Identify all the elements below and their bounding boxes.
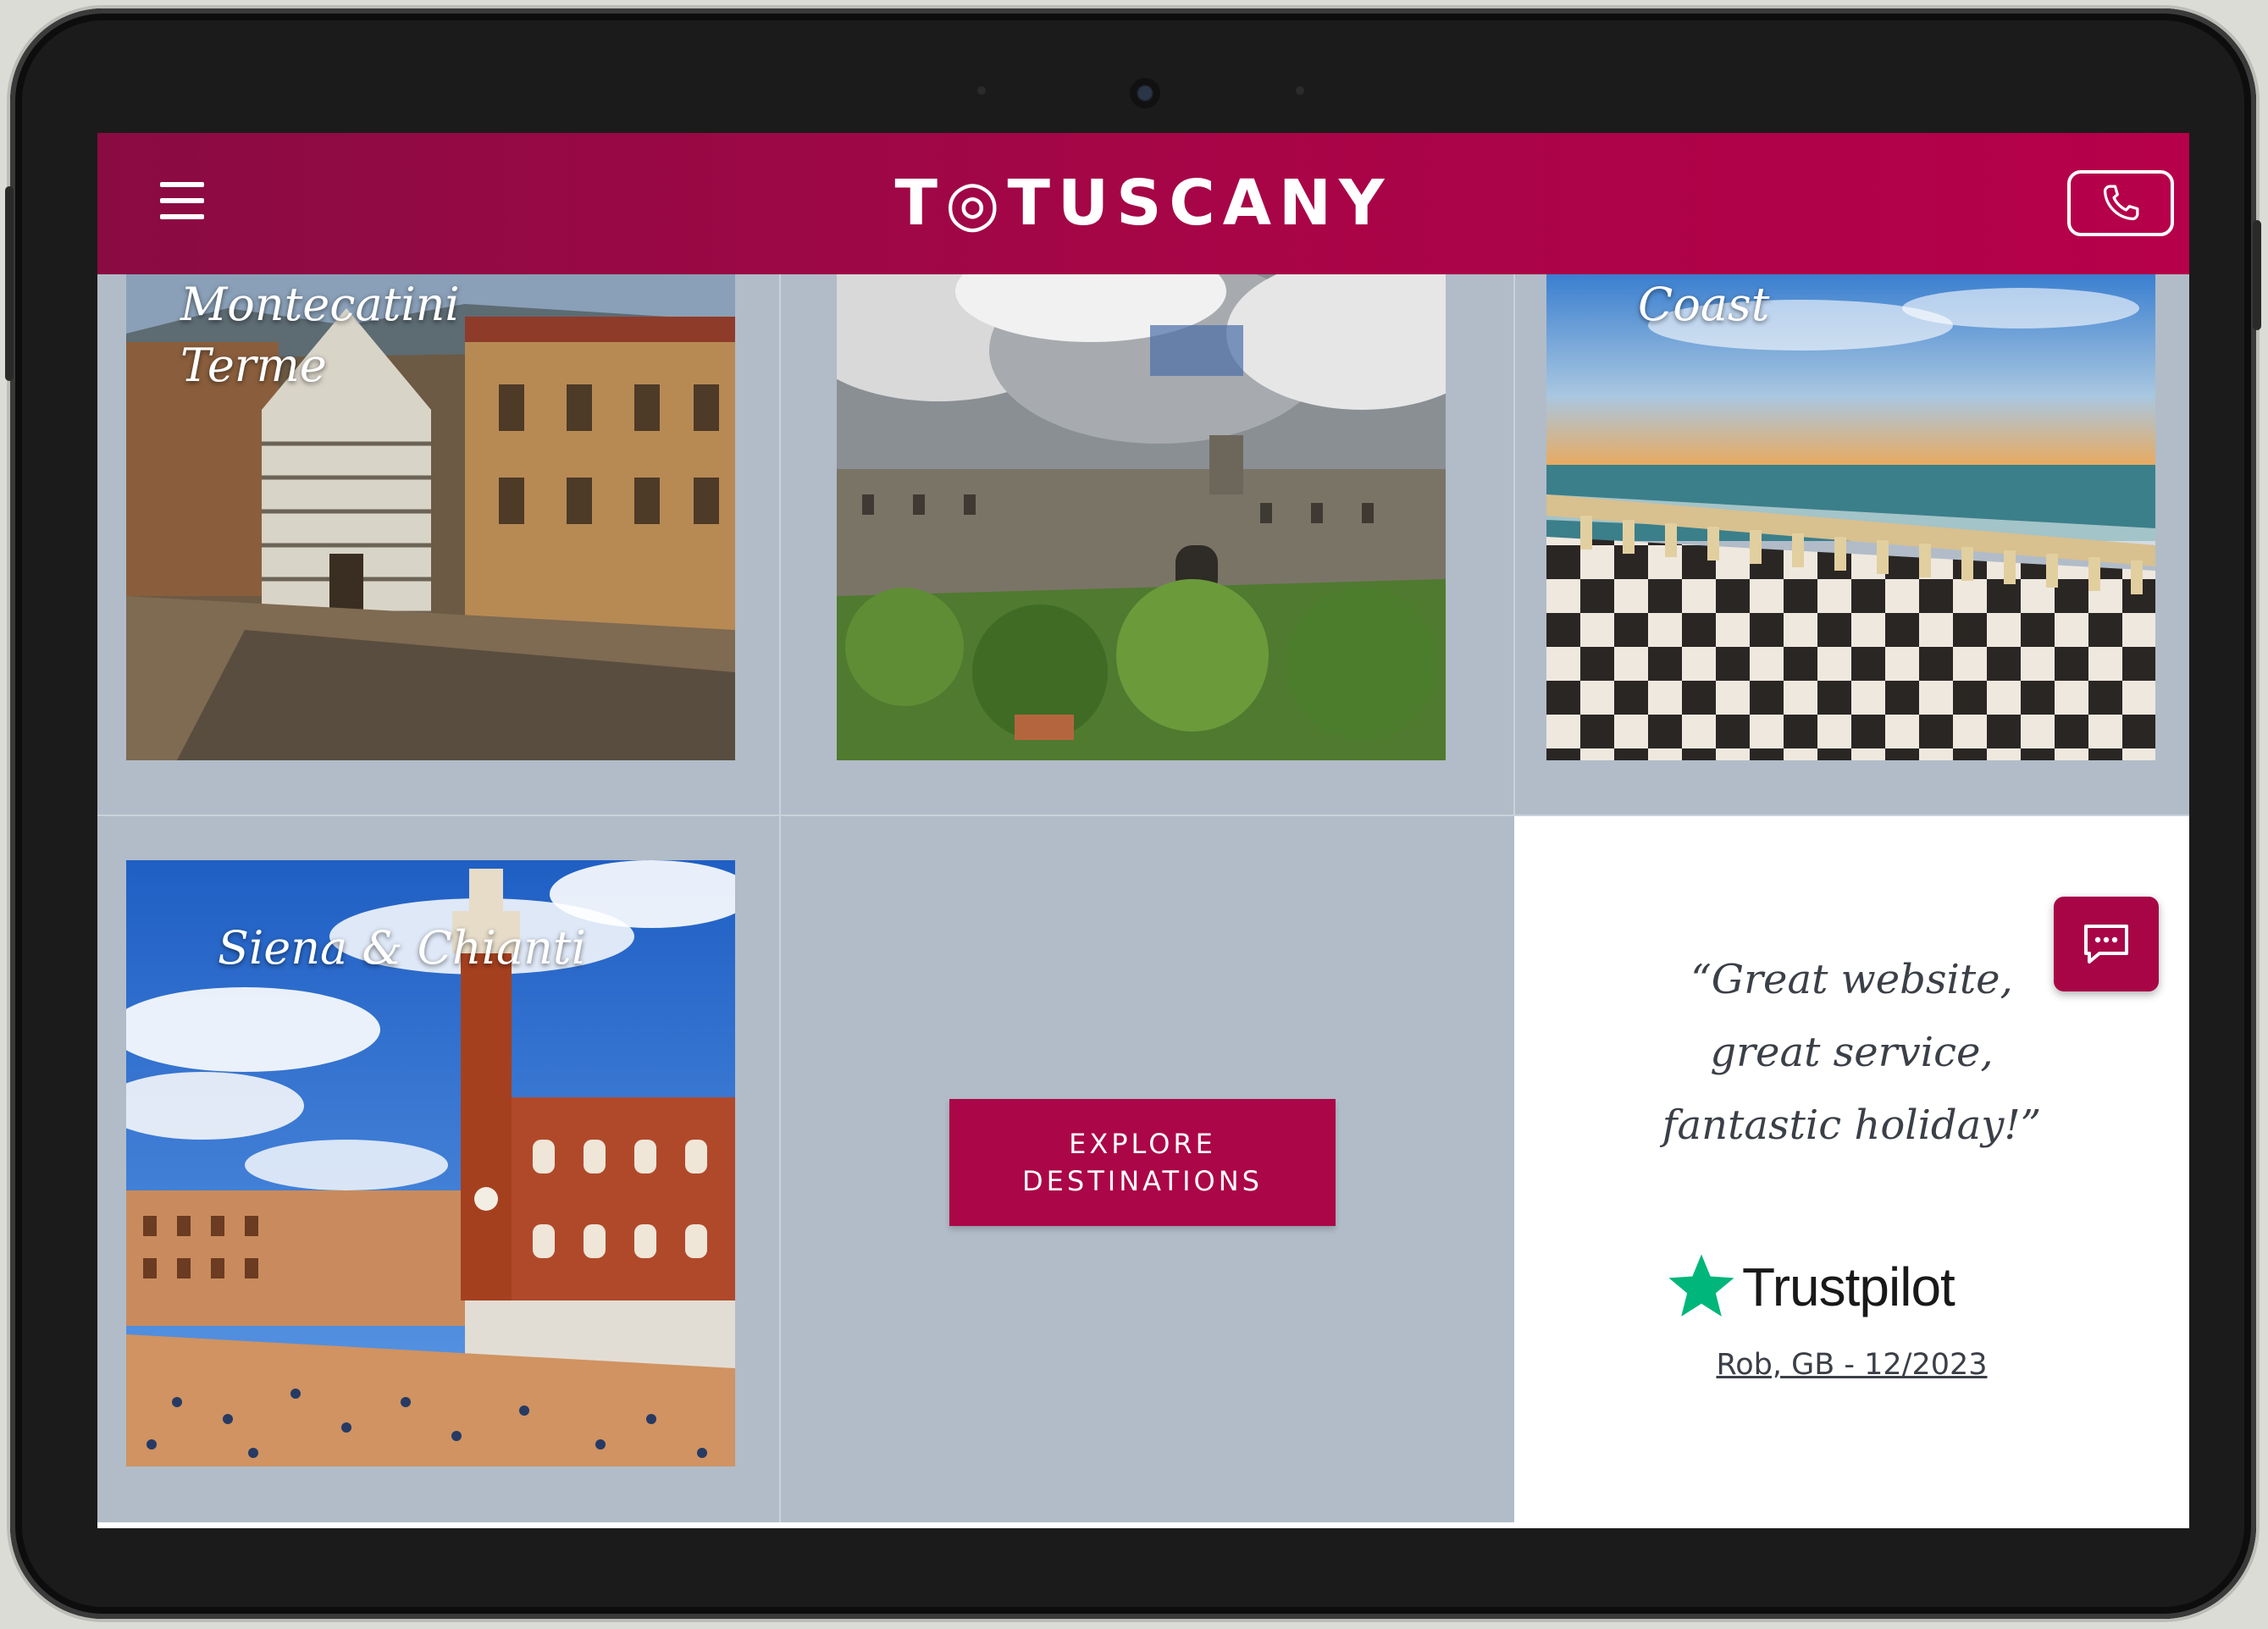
tile-label: Siena & Chianti xyxy=(218,921,586,975)
screen: T◎TUSCANY Montecatini Terme Coast Siena … xyxy=(97,133,2189,1528)
tablet-side-button xyxy=(2253,220,2261,330)
tablet-side-button xyxy=(5,186,14,381)
destination-tile-coast[interactable]: Coast xyxy=(1546,274,2155,760)
explore-button-line1: EXPLORE xyxy=(1069,1128,1216,1160)
destination-tile-siena[interactable]: Siena & Chianti xyxy=(126,860,735,1466)
explore-destinations-button[interactable]: EXPLORE DESTINATIONS xyxy=(949,1099,1336,1226)
trustpilot-wordmark: Trustpilot xyxy=(1742,1256,1955,1317)
tile-label: Montecatini Terme xyxy=(180,278,460,392)
site-header: T◎TUSCANY xyxy=(97,133,2189,274)
grid-divider xyxy=(1513,274,1515,816)
tablet-camera xyxy=(1130,78,1160,108)
destination-tile-montecatini[interactable]: Montecatini Terme xyxy=(126,274,735,760)
site-logo[interactable]: T◎TUSCANY xyxy=(97,167,2189,240)
tile-label: Coast xyxy=(1638,278,1770,331)
screen-bottom-edge xyxy=(97,1522,2189,1528)
star-icon xyxy=(1668,1254,1734,1317)
trustpilot-logo[interactable]: Trustpilot xyxy=(1664,1249,1955,1325)
grid-divider xyxy=(779,274,781,1522)
phone-icon xyxy=(2103,185,2139,221)
tablet-frame: T◎TUSCANY Montecatini Terme Coast Siena … xyxy=(5,8,2261,1619)
hilltown-photo xyxy=(837,274,1446,760)
tablet-sensor xyxy=(1296,86,1304,95)
quote-line: great service, xyxy=(1710,1029,1994,1076)
tablet-sensor xyxy=(977,86,986,95)
chat-button[interactable] xyxy=(2054,897,2159,991)
reviewer-link[interactable]: Rob, GB - 12/2023 xyxy=(1514,1348,2189,1382)
quote-line: fantastic holiday!” xyxy=(1662,1102,2042,1149)
destination-tile-hilltown[interactable] xyxy=(837,274,1446,760)
chat-icon xyxy=(2084,925,2128,964)
phone-button[interactable] xyxy=(2067,170,2174,236)
coast-photo xyxy=(1546,274,2155,760)
explore-button-line2: DESTINATIONS xyxy=(1022,1165,1263,1197)
